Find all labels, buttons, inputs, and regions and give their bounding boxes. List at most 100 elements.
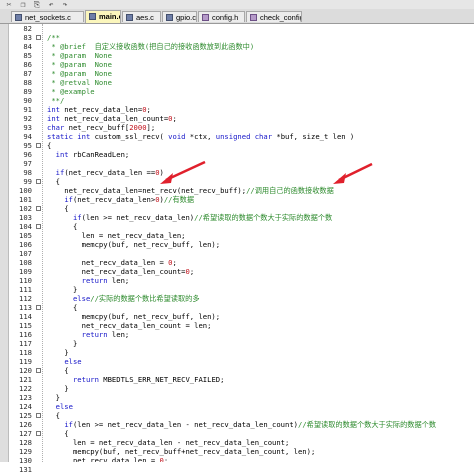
- code-keyword: int: [47, 114, 60, 123]
- tab-check-config-h[interactable]: check_config.h: [246, 11, 302, 22]
- redo-icon[interactable]: ↷: [58, 0, 72, 9]
- line-number: 89: [23, 87, 32, 96]
- code-editor[interactable]: /** * @brief 自定义接收函数(把自己的接收函数放到此函数中) * @…: [44, 24, 474, 462]
- code-text: }: [47, 285, 78, 294]
- code-line: {: [47, 303, 77, 312]
- code-text: ;: [172, 258, 177, 267]
- code-comment: //有数据: [163, 195, 195, 204]
- code-comment: * @param None: [47, 69, 112, 78]
- line-number: 107: [19, 249, 32, 258]
- code-comment: **/: [47, 96, 65, 105]
- code-line: * @brief 自定义接收函数(把自己的接收函数放到此函数中): [47, 42, 254, 51]
- code-comment: * @param None: [47, 60, 112, 69]
- fold-toggle[interactable]: [36, 305, 41, 310]
- line-number: 118: [19, 348, 32, 357]
- line-number: 113: [19, 303, 32, 312]
- code-line: memcpy(buf, net_recv_buff, len);: [47, 240, 220, 249]
- code-comment: * @example: [47, 87, 95, 96]
- line-number: 130: [19, 456, 32, 465]
- code-text: {: [47, 366, 69, 375]
- code-comment: //希望读取的数据个数大于实际的数据个数: [194, 213, 333, 222]
- line-number: 84: [23, 42, 32, 51]
- fold-toggle[interactable]: [36, 368, 41, 373]
- code-line: char net_recv_buff[2000];: [47, 123, 155, 132]
- code-line: len = net_recv_data_len - net_recv_data_…: [47, 438, 289, 447]
- line-number: 119: [19, 357, 32, 366]
- line-number: 102: [19, 204, 32, 213]
- fold-toggle[interactable]: [36, 143, 41, 148]
- code-text: net_recv_data_len_count=: [59, 114, 169, 123]
- fold-toggle[interactable]: [36, 224, 41, 229]
- fold-toggle[interactable]: [36, 206, 41, 211]
- line-number: 88: [23, 78, 32, 87]
- editor-left-margin: [0, 24, 9, 462]
- line-number: 110: [19, 276, 32, 285]
- code-text: custom_ssl_recv(: [90, 132, 169, 141]
- code-text: ;: [146, 105, 151, 114]
- line-number: 127: [19, 429, 32, 438]
- line-number: 93: [23, 123, 32, 132]
- code-line: {: [47, 177, 60, 186]
- code-keyword: char: [47, 123, 65, 132]
- code-text: len;: [107, 276, 130, 285]
- code-comment: /**: [47, 33, 60, 42]
- undo-icon[interactable]: ↶: [44, 0, 58, 9]
- code-line: int rbCanReadLen;: [47, 150, 130, 159]
- code-line: else: [47, 357, 81, 366]
- tab-label: gpio.c: [176, 13, 197, 22]
- tab-gpio-c[interactable]: gpio.c: [162, 11, 197, 22]
- code-keyword: int: [47, 105, 60, 114]
- code-line: net_recv_data_len_count=0;: [47, 267, 195, 276]
- code-text: net_recv_data_len_count=: [47, 267, 186, 276]
- line-number: 111: [19, 285, 32, 294]
- line-number: 98: [23, 168, 32, 177]
- tab-label: check_config.h: [260, 13, 301, 22]
- code-keyword: int: [77, 132, 91, 141]
- tab-main-c[interactable]: main.c: [85, 10, 121, 23]
- fold-toggle[interactable]: [36, 431, 41, 436]
- fold-toggle[interactable]: [36, 413, 41, 418]
- file-icon: [250, 14, 257, 21]
- code-text: ;: [163, 456, 169, 462]
- copy-icon[interactable]: ❐: [16, 0, 30, 9]
- cut-icon[interactable]: ✂: [2, 0, 16, 9]
- code-text: len;: [107, 330, 130, 339]
- file-icon: [89, 13, 96, 20]
- code-line: }: [47, 384, 68, 393]
- line-number: 95: [23, 141, 32, 150]
- file-icon: [126, 14, 133, 21]
- line-number: 123: [19, 393, 32, 402]
- code-keyword: else: [55, 402, 73, 411]
- line-number: 101: [19, 195, 32, 204]
- fold-toggle[interactable]: [36, 35, 41, 40]
- code-text: {: [47, 177, 60, 186]
- code-line: * @retval None: [47, 78, 112, 87]
- tab-aes-c[interactable]: aes.c: [122, 11, 161, 22]
- line-number: 115: [19, 321, 32, 330]
- paste-icon[interactable]: ⎘: [30, 0, 44, 9]
- code-line: net_recv_data_len=net_recv(net_recv_buff…: [47, 186, 333, 195]
- tab-net-sockets-c[interactable]: net_sockets.c: [11, 11, 84, 22]
- code-line: net_recv_data_len_count = len;: [47, 321, 212, 330]
- fold-toggle[interactable]: [36, 179, 41, 184]
- line-number: 128: [19, 438, 32, 447]
- code-text: memcpy(buf, net_recv_buff, len);: [47, 240, 221, 249]
- line-number: 91: [23, 105, 32, 114]
- toolbar: ✂ ❐ ⎘ ↶ ↷: [0, 0, 474, 9]
- line-number: 116: [19, 330, 32, 339]
- code-text: ): [159, 168, 164, 177]
- code-text: MBEDTLS_ERR_NET_RECV_FAILED;: [98, 375, 225, 384]
- code-text: {: [47, 411, 60, 420]
- line-number: 125: [19, 411, 32, 420]
- code-keyword: char: [254, 132, 273, 141]
- code-text: net_recv_data_len =: [47, 456, 160, 462]
- tab-config-h[interactable]: config.h: [198, 11, 245, 22]
- code-number: 2000: [129, 123, 147, 132]
- code-keyword: int: [55, 150, 69, 159]
- code-keyword: return: [81, 276, 108, 285]
